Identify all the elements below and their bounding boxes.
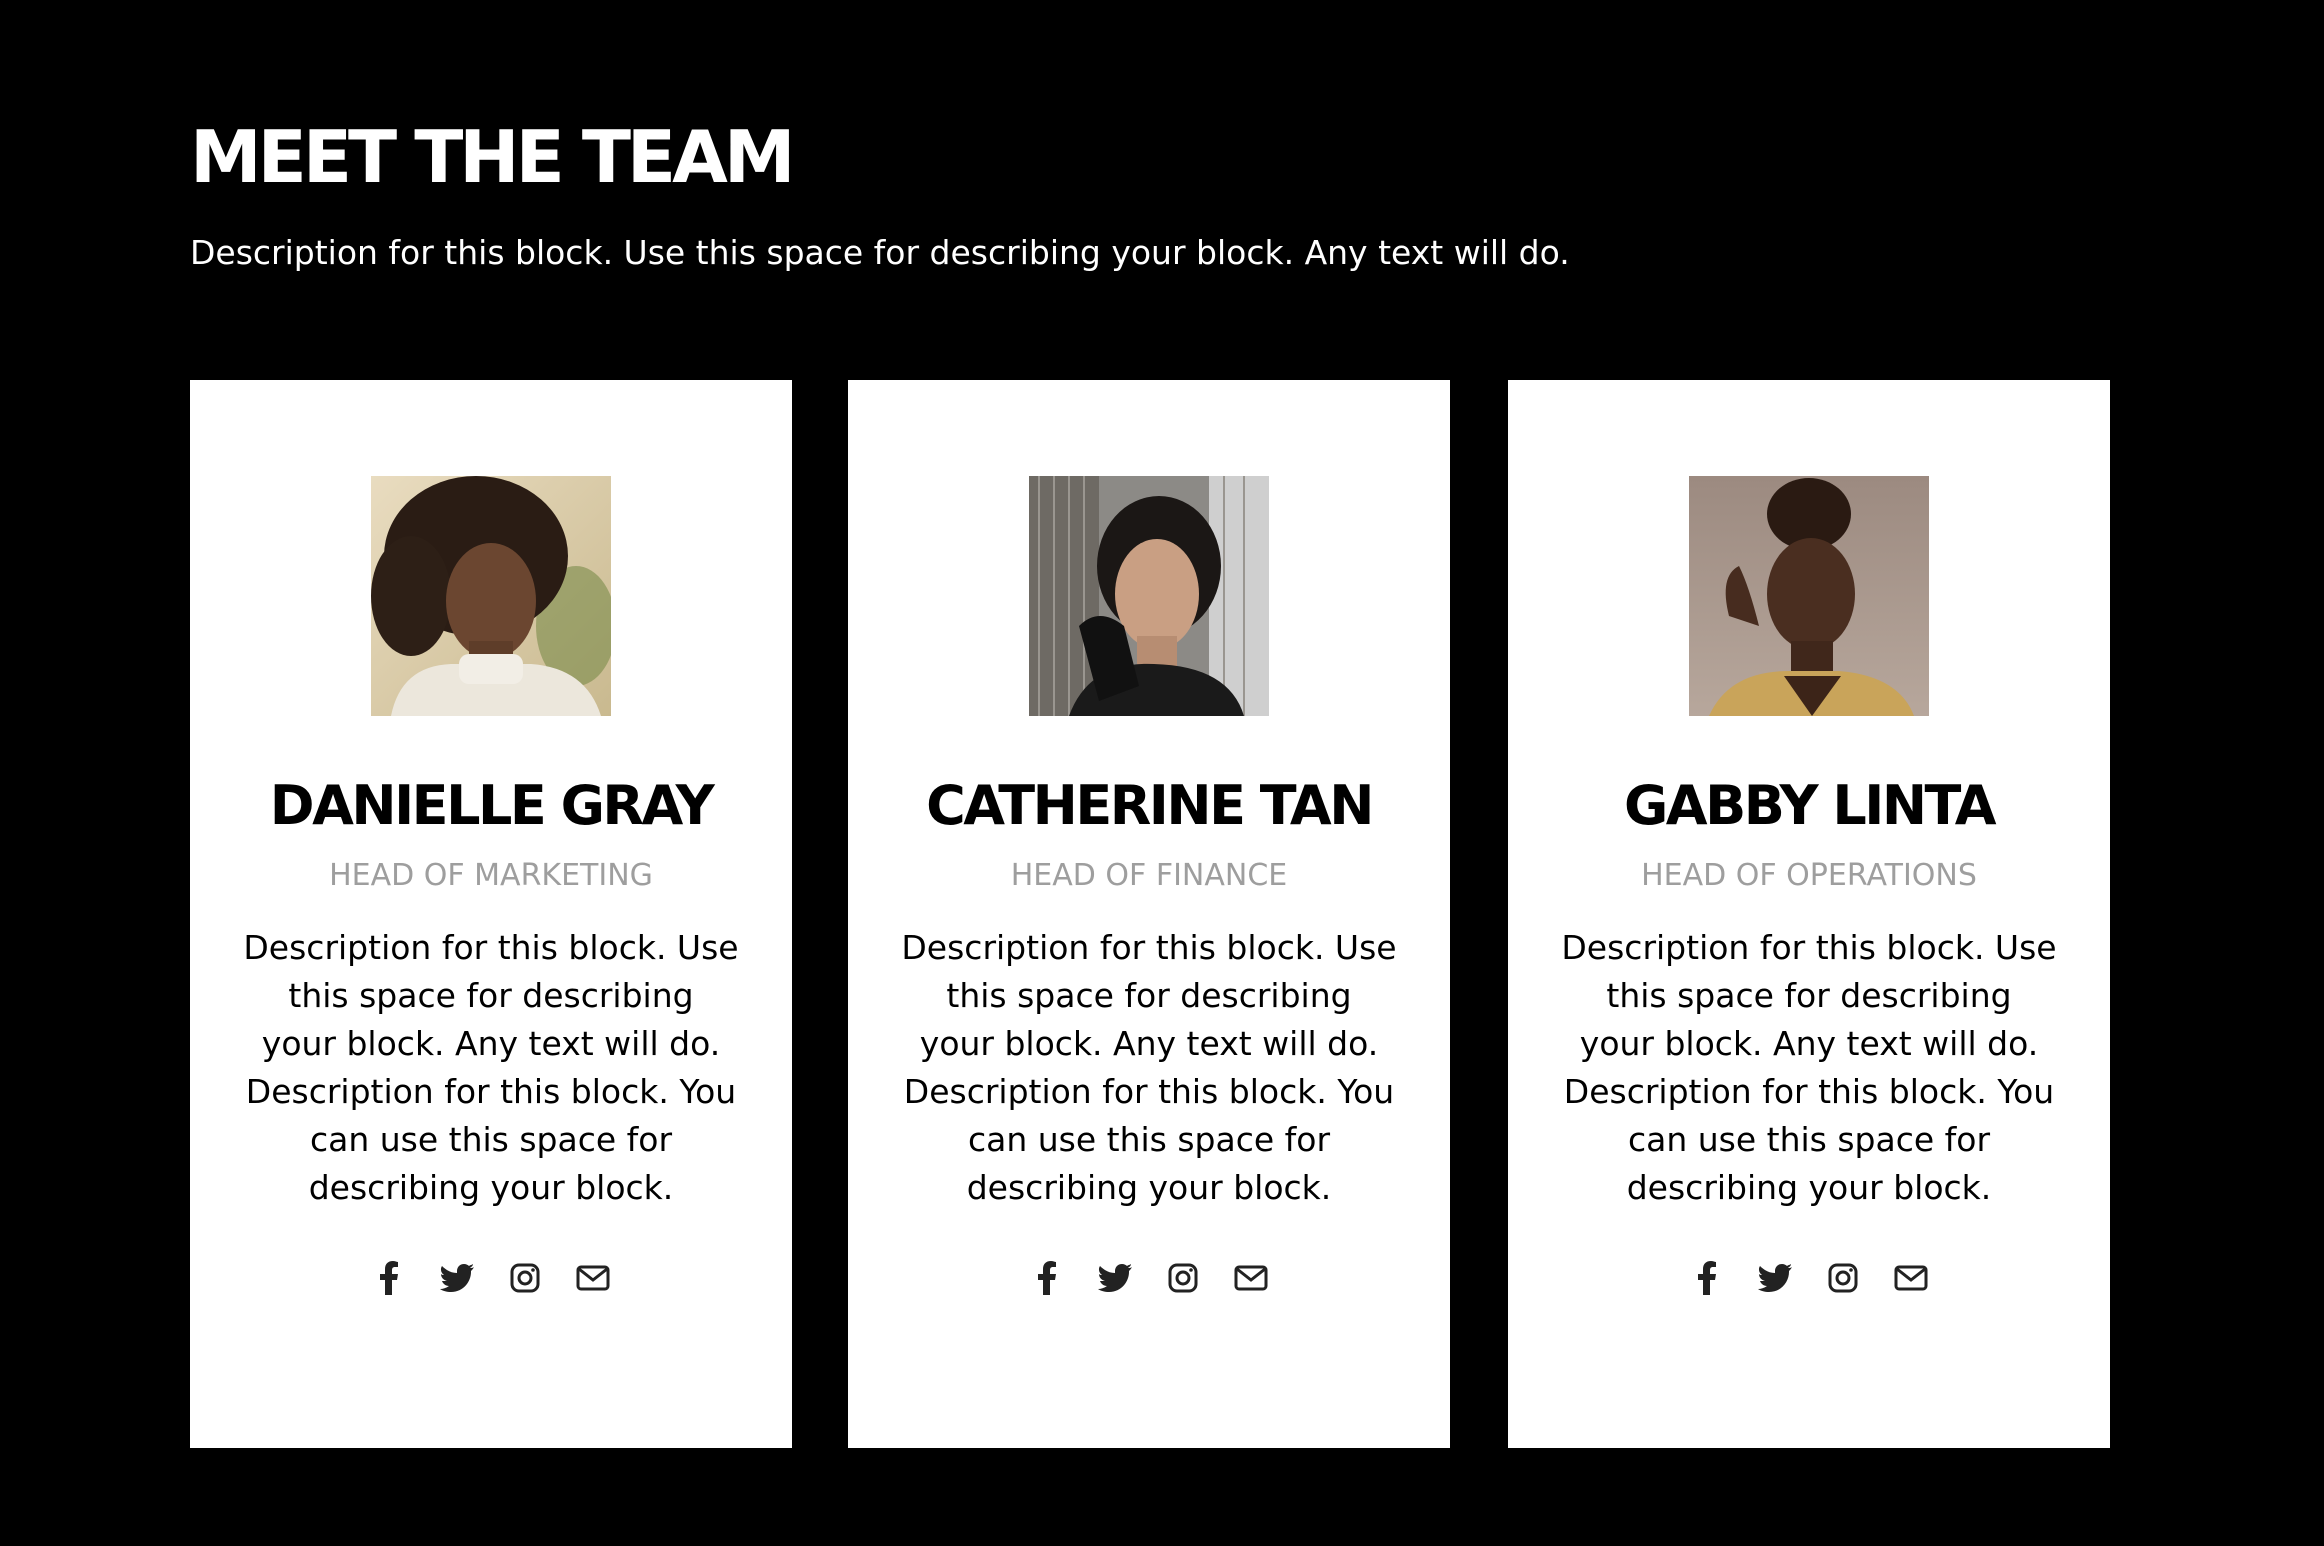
member-role: HEAD OF MARKETING (329, 858, 653, 893)
team-section: MEET THE TEAM Description for this block… (0, 0, 2324, 1546)
profile-photo (1689, 476, 1929, 716)
bio-line: Description for this block. Use (1561, 928, 2057, 967)
bio-line: describing your block. (1626, 1168, 1992, 1207)
instagram-icon[interactable] (508, 1261, 542, 1295)
team-member-card: CATHERINE TAN HEAD OF FINANCE Descriptio… (848, 380, 1450, 1448)
twitter-icon[interactable] (1758, 1261, 1792, 1295)
email-icon[interactable] (1234, 1261, 1268, 1295)
twitter-icon[interactable] (440, 1261, 474, 1295)
member-name: GABBY LINTA (1623, 774, 1997, 837)
team-member-card: DANIELLE GRAY HEAD OF MARKETING Descript… (190, 380, 792, 1448)
profile-photo (1029, 476, 1269, 716)
bio-line: Description for this block. You (903, 1072, 1395, 1111)
bio-line: Description for this block. Use (901, 928, 1397, 967)
bio-line: your block. Any text will do. (919, 1024, 1379, 1063)
member-role: HEAD OF FINANCE (1010, 858, 1288, 893)
section-title: MEET THE TEAM (190, 115, 795, 199)
instagram-icon[interactable] (1826, 1261, 1860, 1295)
bio-line: your block. Any text will do. (261, 1024, 721, 1063)
member-name: DANIELLE GRAY (269, 774, 715, 837)
bio-line: this space for describing (1606, 976, 2012, 1015)
bio-line: this space for describing (946, 976, 1352, 1015)
member-bio: Description for this block. Use this spa… (238, 924, 744, 1212)
team-member-card: GABBY LINTA HEAD OF OPERATIONS Descripti… (1508, 380, 2110, 1448)
bio-line: describing your block. (308, 1168, 674, 1207)
bio-line: describing your block. (966, 1168, 1332, 1207)
bio-line: can use this space for (1627, 1120, 1991, 1159)
bio-line: Description for this block. You (245, 1072, 737, 1111)
bio-line: your block. Any text will do. (1579, 1024, 2039, 1063)
member-bio: Description for this block. Use this spa… (896, 924, 1402, 1212)
social-links (848, 1258, 1450, 1298)
member-bio: Description for this block. Use this spa… (1556, 924, 2062, 1212)
member-role: HEAD OF OPERATIONS (1641, 858, 1977, 893)
instagram-icon[interactable] (1166, 1261, 1200, 1295)
bio-line: Description for this block. Use (243, 928, 739, 967)
facebook-icon[interactable] (372, 1261, 406, 1295)
profile-photo (371, 476, 611, 716)
bio-line: Description for this block. You (1563, 1072, 2055, 1111)
twitter-icon[interactable] (1098, 1261, 1132, 1295)
social-links (190, 1258, 792, 1298)
section-description: Description for this block. Use this spa… (190, 233, 1570, 272)
facebook-icon[interactable] (1690, 1261, 1724, 1295)
social-links (1508, 1258, 2110, 1298)
bio-line: this space for describing (288, 976, 694, 1015)
facebook-icon[interactable] (1030, 1261, 1064, 1295)
member-name: CATHERINE TAN (926, 774, 1374, 837)
bio-line: can use this space for (309, 1120, 673, 1159)
email-icon[interactable] (1894, 1261, 1928, 1295)
bio-line: can use this space for (967, 1120, 1331, 1159)
email-icon[interactable] (576, 1261, 610, 1295)
